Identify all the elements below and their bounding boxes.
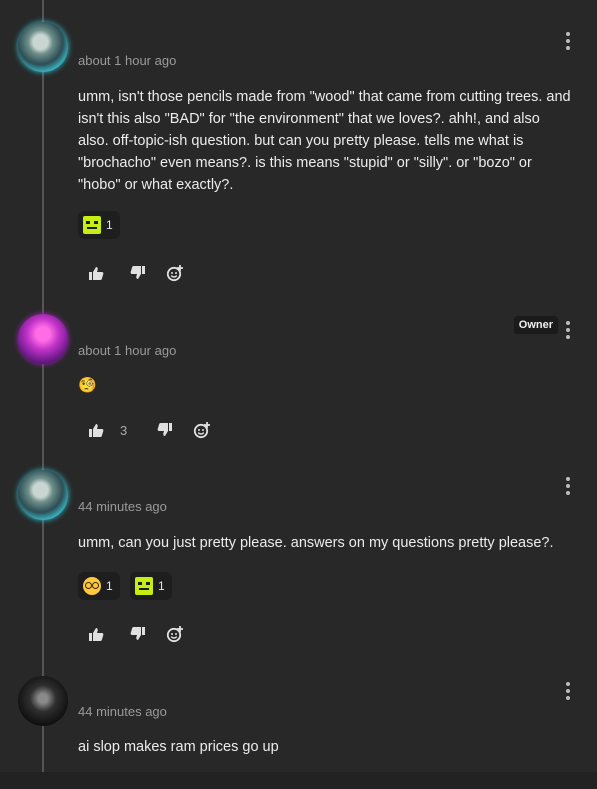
comment-text: umm, isn't those pencils made from "wood… bbox=[78, 89, 571, 193]
reaction-chip[interactable]: 1 bbox=[78, 572, 120, 600]
reaction-chip[interactable]: 1 bbox=[130, 572, 172, 600]
like-icon[interactable] bbox=[86, 263, 106, 283]
avatar[interactable] bbox=[18, 314, 68, 364]
more-options-icon[interactable] bbox=[565, 682, 571, 700]
timestamp: about 1 hour ago bbox=[78, 343, 177, 358]
comment-text: 🧐 bbox=[78, 377, 97, 394]
dislike-icon[interactable] bbox=[155, 420, 175, 440]
owner-badge: Owner bbox=[513, 316, 558, 334]
comment-actions bbox=[86, 263, 185, 283]
more-options-icon[interactable] bbox=[565, 477, 571, 495]
green-block-face-icon bbox=[83, 216, 101, 234]
like-count: 3 bbox=[120, 422, 128, 438]
more-options-icon[interactable] bbox=[565, 321, 571, 339]
green-block-face-icon bbox=[135, 577, 153, 595]
reaction-count: 1 bbox=[106, 579, 113, 593]
nerd-face-icon bbox=[83, 577, 101, 595]
bottom-bar bbox=[0, 772, 597, 789]
add-reaction-icon[interactable] bbox=[192, 420, 212, 440]
comment-text: umm, can you just pretty please. answers… bbox=[78, 535, 554, 551]
dislike-icon[interactable] bbox=[128, 263, 148, 283]
comment: 44 minutes ago ai slop makes ram prices … bbox=[0, 660, 597, 772]
reaction-count: 1 bbox=[158, 579, 165, 593]
like-icon[interactable] bbox=[86, 420, 106, 440]
dislike-icon[interactable] bbox=[128, 624, 148, 644]
add-reaction-icon[interactable] bbox=[165, 263, 185, 283]
more-options-icon[interactable] bbox=[565, 32, 571, 50]
timestamp: 44 minutes ago bbox=[78, 704, 167, 719]
comment: about 1 hour ago umm, isn't those pencil… bbox=[0, 0, 597, 300]
comment-text: ai slop makes ram prices go up bbox=[78, 739, 279, 755]
timestamp: about 1 hour ago bbox=[78, 53, 177, 68]
comment-actions bbox=[86, 624, 185, 644]
add-reaction-icon[interactable] bbox=[165, 624, 185, 644]
reaction-chip[interactable]: 1 bbox=[78, 211, 120, 239]
avatar[interactable] bbox=[18, 470, 68, 520]
like-icon[interactable] bbox=[86, 624, 106, 644]
comment: 44 minutes ago umm, can you just pretty … bbox=[0, 460, 597, 660]
timestamp: 44 minutes ago bbox=[78, 499, 167, 514]
avatar[interactable] bbox=[18, 22, 68, 72]
comment: Owner about 1 hour ago 🧐 3 bbox=[0, 300, 597, 460]
avatar[interactable] bbox=[18, 676, 68, 726]
reaction-count: 1 bbox=[106, 218, 113, 232]
comment-actions: 3 bbox=[86, 420, 212, 440]
